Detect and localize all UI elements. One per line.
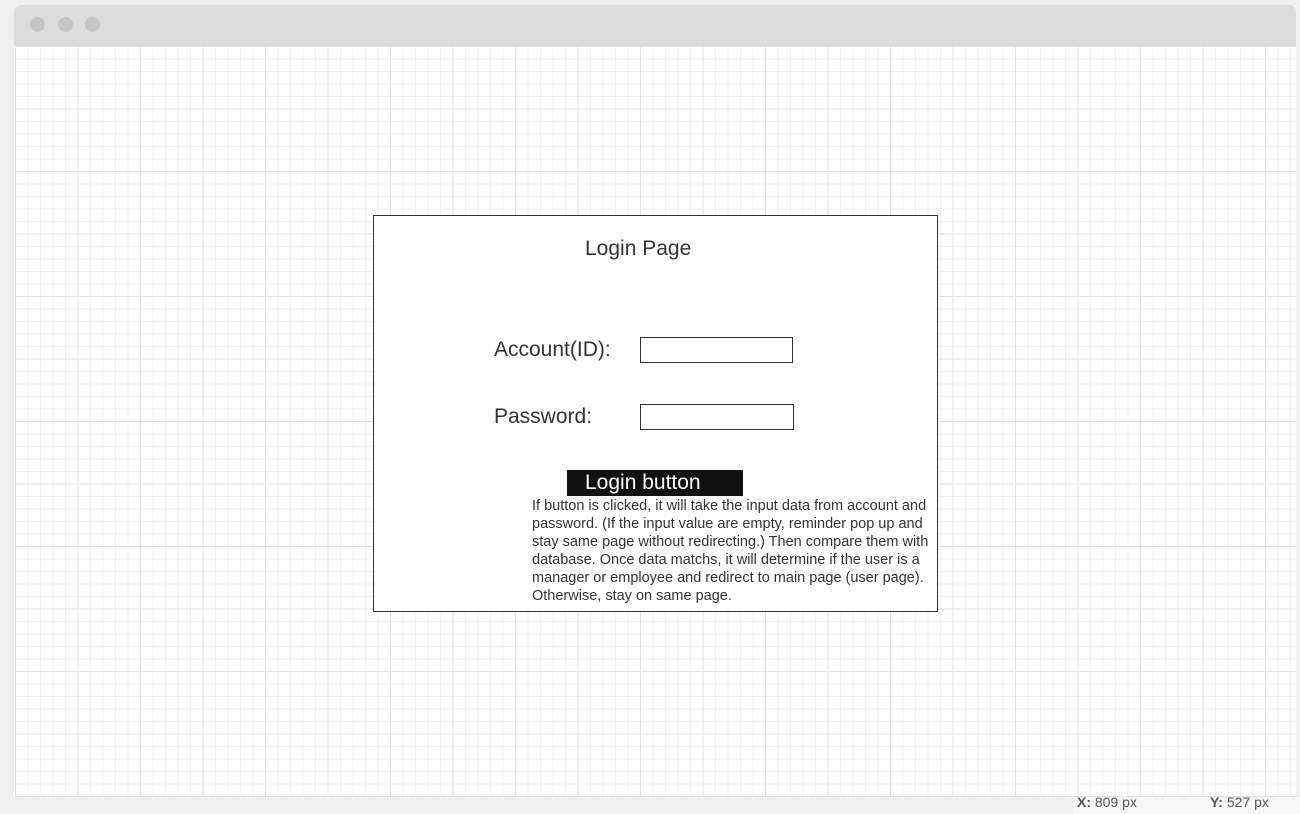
- password-label: Password:: [494, 405, 593, 428]
- y-label: Y:: [1210, 794, 1223, 810]
- maximize-window-icon[interactable]: [85, 17, 100, 32]
- title-bar: [14, 5, 1296, 46]
- close-window-icon[interactable]: [30, 17, 45, 32]
- x-label: X:: [1077, 794, 1091, 810]
- minimize-window-icon[interactable]: [58, 17, 73, 32]
- page-title: Login Page: [585, 237, 692, 260]
- account-input[interactable]: [640, 337, 793, 363]
- coordinate-readout: X: 809 px Y: 527 px: [1073, 794, 1300, 814]
- login-button[interactable]: Login button: [567, 470, 743, 496]
- account-label: Account(ID):: [494, 338, 611, 361]
- x-value: 809 px: [1094, 794, 1137, 810]
- password-input[interactable]: [640, 404, 794, 430]
- y-value: 527 px: [1226, 794, 1269, 810]
- login-button-note: If button is clicked, it will take the i…: [532, 498, 929, 604]
